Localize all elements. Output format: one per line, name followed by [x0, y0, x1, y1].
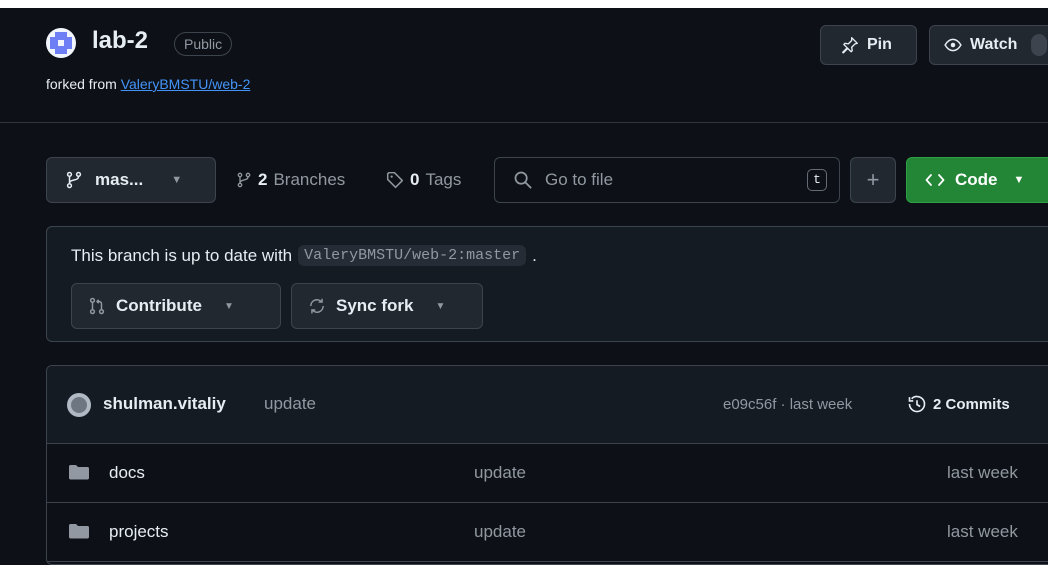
- add-file-button[interactable]: +: [850, 157, 896, 203]
- contribute-label: Contribute: [116, 296, 202, 315]
- tags-label: Tags: [425, 170, 462, 189]
- pin-button[interactable]: Pin: [820, 25, 917, 65]
- file-list: shulman.vitaliy update e09c56f · last we…: [46, 365, 1048, 565]
- repo-name[interactable]: lab-2: [92, 27, 148, 55]
- search-placeholder: Go to file: [545, 170, 614, 189]
- git-branch-icon: [66, 171, 82, 189]
- file-commit-message[interactable]: update: [474, 463, 526, 483]
- pin-icon: [842, 37, 858, 54]
- file-name-link[interactable]: docs: [109, 463, 145, 483]
- tags-count: 0: [410, 170, 420, 189]
- watch-count-badge: [1031, 34, 1048, 56]
- browser-top-strip: [0, 0, 1048, 8]
- fork-status-text: This branch is up to date with ValeryBMS…: [71, 245, 537, 266]
- plus-icon: +: [866, 167, 880, 192]
- folder-icon: [69, 524, 89, 539]
- branch-label: mas...: [95, 170, 144, 189]
- file-commit-date: last week: [947, 463, 1018, 482]
- pull-request-icon: [89, 297, 105, 315]
- branches-count: 2: [258, 170, 268, 189]
- latest-commit-row: shulman.vitaliy update e09c56f · last we…: [47, 366, 1048, 444]
- upstream-ref-chip: ValeryBMSTU/web-2:master: [298, 245, 527, 266]
- pin-label: Pin: [867, 36, 892, 53]
- fork-status-suffix: .: [532, 245, 537, 265]
- fork-status-box: This branch is up to date with ValeryBMS…: [46, 226, 1048, 342]
- repo-owner-avatar-icon[interactable]: [46, 28, 76, 58]
- folder-icon: [69, 465, 89, 480]
- commit-message-link[interactable]: update: [264, 394, 316, 414]
- forked-prefix: forked from: [46, 76, 121, 92]
- search-icon: [514, 171, 532, 189]
- eye-icon: [944, 38, 962, 52]
- keyboard-shortcut-hint: t: [807, 169, 827, 191]
- header-divider: [0, 122, 1048, 123]
- chevron-down-icon: ▼: [223, 300, 234, 312]
- avatar[interactable]: [67, 393, 91, 417]
- watch-button[interactable]: Watch: [929, 25, 1048, 65]
- file-commit-message[interactable]: update: [474, 522, 526, 542]
- history-icon: [908, 395, 926, 413]
- commit-author-link[interactable]: shulman.vitaliy: [103, 394, 226, 414]
- sync-fork-button[interactable]: Sync fork ▼: [291, 283, 483, 329]
- chevron-down-icon: ▼: [1013, 174, 1025, 186]
- visibility-badge: Public: [174, 32, 233, 56]
- branches-label: Branches: [273, 170, 346, 189]
- sync-icon: [310, 298, 324, 314]
- branch-selector-button[interactable]: mas... ▼: [46, 157, 216, 203]
- commits-label: 2 Commits: [933, 395, 1010, 413]
- code-icon: [925, 174, 945, 186]
- sync-fork-label: Sync fork: [336, 296, 414, 315]
- forked-from-link[interactable]: ValeryBMSTU/web-2: [121, 76, 251, 92]
- branches-link[interactable]: 2 Branches: [236, 170, 345, 190]
- code-label: Code: [955, 170, 998, 189]
- contribute-button[interactable]: Contribute ▼: [71, 283, 281, 329]
- commit-hash-time[interactable]: e09c56f · last week: [723, 396, 852, 413]
- tags-link[interactable]: 0 Tags: [386, 170, 461, 190]
- table-row[interactable]: docs update last week: [47, 444, 1048, 503]
- forked-from-line: forked from ValeryBMSTU/web-2: [46, 76, 250, 92]
- chevron-down-icon: ▼: [435, 300, 446, 312]
- go-to-file-input[interactable]: Go to file t: [494, 157, 840, 203]
- commits-history-link[interactable]: 2 Commits: [907, 394, 1010, 414]
- file-commit-date: last week: [947, 522, 1018, 541]
- chevron-down-icon: ▼: [171, 174, 183, 186]
- watch-label: Watch: [970, 36, 1018, 53]
- table-row[interactable]: projects update last week: [47, 503, 1048, 562]
- code-button[interactable]: Code ▼: [906, 157, 1048, 203]
- git-branch-icon: [237, 172, 251, 188]
- fork-status-message: This branch is up to date with: [71, 245, 293, 265]
- file-name-link[interactable]: projects: [109, 522, 169, 542]
- tag-icon: [386, 171, 404, 189]
